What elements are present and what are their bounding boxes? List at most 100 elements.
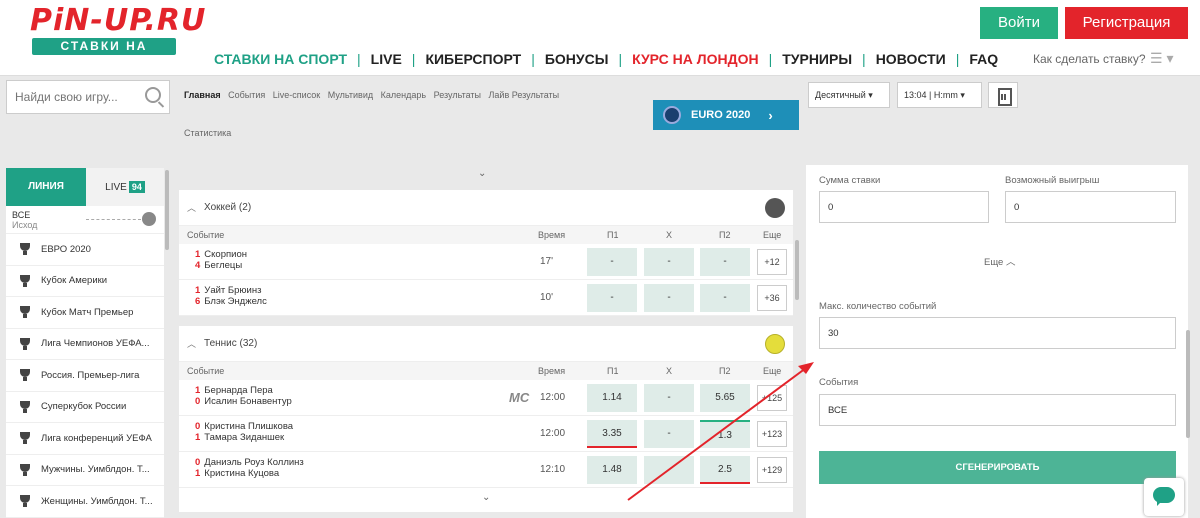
nav-news[interactable]: НОВОСТИ bbox=[876, 51, 946, 67]
tab-live-label: LIVE bbox=[105, 182, 127, 193]
game-search bbox=[6, 80, 170, 114]
event-row[interactable]: 1 Бернарда Пера 0 Исалин Бонавентур MC 12:0… bbox=[179, 380, 793, 416]
team2-score: 1 bbox=[195, 468, 201, 479]
nav-esports[interactable]: КИБЕРСПОРТ bbox=[425, 51, 521, 67]
more-markets-button[interactable]: +12 bbox=[757, 249, 787, 275]
events-select[interactable]: ВСЕ bbox=[819, 394, 1176, 426]
odd-p1[interactable]: - bbox=[587, 248, 637, 276]
time-format-select[interactable]: 13:04 | H:mm ▾ bbox=[897, 82, 982, 108]
team2-score: 4 bbox=[195, 260, 201, 271]
column-headers: Событие Время П1 X П2 Еще bbox=[179, 226, 793, 244]
odd-p1[interactable]: 1.14 bbox=[587, 384, 637, 412]
odd-p2[interactable]: 2.5 bbox=[700, 456, 750, 484]
nav-tournaments[interactable]: ТУРНИРЫ bbox=[782, 51, 852, 67]
sidebar-item[interactable]: Россия. Премьер-лига bbox=[6, 360, 164, 392]
euro-2020-banner[interactable]: EURO 2020 › bbox=[653, 100, 799, 130]
generate-button[interactable]: СГЕНЕРИРОВАТЬ bbox=[819, 451, 1176, 484]
sidebar-item[interactable]: Кубок Америки bbox=[6, 266, 164, 297]
cup-icon bbox=[18, 495, 32, 508]
sidebar-scrollbar[interactable] bbox=[165, 170, 169, 250]
more-markets-button[interactable]: +125 bbox=[757, 385, 787, 411]
subnav-live-list[interactable]: Live-список bbox=[273, 90, 320, 100]
odd-x[interactable]: - bbox=[644, 420, 694, 448]
more-markets-button[interactable]: +129 bbox=[757, 457, 787, 483]
tennis-header[interactable]: ︿ Теннис (32) bbox=[179, 326, 793, 362]
nav-separator: | bbox=[618, 51, 623, 67]
event-row[interactable]: 1 Уайт Брюинз 6 Блэк Энджелс 10' - - - +36 bbox=[179, 280, 793, 316]
nav-sport-bets[interactable]: СТАВКИ НА СПОРТ bbox=[214, 51, 347, 67]
odd-p1[interactable]: - bbox=[587, 284, 637, 312]
odd-x[interactable]: - bbox=[644, 384, 694, 412]
max-events-input[interactable]: 30 bbox=[819, 317, 1176, 349]
more-markets-button[interactable]: +123 bbox=[757, 421, 787, 447]
event-row[interactable]: 0 Даниэль Роуз Коллинз 1 Кристина Куцова 1 2… bbox=[179, 452, 793, 488]
event-row[interactable]: 1 Скорпион 4 Беглецы 17' - - - +12 bbox=[179, 244, 793, 280]
subnav-events[interactable]: События bbox=[228, 90, 265, 100]
subnav-results[interactable]: Результаты bbox=[434, 90, 481, 100]
odd-p2[interactable]: 5.65 bbox=[700, 384, 750, 412]
tennis-title: Теннис (32) bbox=[204, 338, 258, 349]
sidebar-item[interactable]: Кубок Матч Премьер bbox=[6, 297, 164, 329]
login-button[interactable]: Войти bbox=[980, 7, 1058, 39]
filter-slider-track[interactable] bbox=[86, 219, 141, 220]
event-row[interactable]: 0 Кристина Плишкова 1 Тамара Зиданшек 12:00… bbox=[179, 416, 793, 452]
calculator-icon[interactable] bbox=[988, 82, 1018, 108]
match-center-icon[interactable]: MC bbox=[509, 390, 529, 405]
sidebar-item-label: Кубок Матч Премьер bbox=[41, 306, 134, 318]
chevron-up-icon: ︿ bbox=[187, 203, 197, 213]
subnav-live-results[interactable]: Лайв Результаты bbox=[489, 90, 560, 100]
search-icon[interactable] bbox=[145, 87, 161, 103]
event-teams: 0 Даниэль Роуз Коллинз 1 Кристина Куцова bbox=[195, 457, 304, 479]
subnav-multiview[interactable]: Мультивид bbox=[328, 90, 373, 100]
nav-london[interactable]: КУРС НА ЛОНДОН bbox=[632, 51, 759, 67]
subnav-home[interactable]: Главная bbox=[184, 90, 221, 100]
subnav-statistics[interactable]: Статистика bbox=[184, 128, 231, 138]
odd-p2[interactable]: 1.3 bbox=[700, 420, 750, 448]
team1-name: Кристина Плишкова bbox=[204, 421, 294, 432]
team1-score: 0 bbox=[195, 457, 201, 468]
tab-line[interactable]: ЛИНИЯ bbox=[6, 168, 86, 206]
chevron-down-icon[interactable]: ⌄ bbox=[478, 168, 490, 180]
chevron-down-icon[interactable]: ⌄ bbox=[482, 492, 490, 503]
nav-bonuses[interactable]: БОНУСЫ bbox=[545, 51, 609, 67]
hockey-header[interactable]: ︿ Хоккей (2) bbox=[179, 190, 793, 226]
sidebar-item[interactable]: Мужчины. Уимблдон. Т... bbox=[6, 455, 164, 486]
sidebar-item[interactable]: Женщины. Уимблдон. Т... bbox=[6, 486, 164, 518]
team1-score: 1 bbox=[195, 385, 201, 396]
hockey-title: Хоккей (2) bbox=[204, 202, 252, 213]
how-to-bet-link[interactable]: Как сделать ставку? bbox=[1033, 52, 1146, 66]
col-more: Еще bbox=[763, 230, 782, 240]
sidebar-item[interactable]: Суперкубок России bbox=[6, 392, 164, 423]
odd-p1[interactable]: 1.48 bbox=[587, 456, 637, 484]
site-logo[interactable]: PiN-UP.RU СТАВКИ НА СПОРТ bbox=[30, 6, 206, 71]
team2-name: Беглецы bbox=[204, 260, 243, 271]
odd-x[interactable]: - bbox=[644, 248, 694, 276]
more-markets-button[interactable]: +36 bbox=[757, 285, 787, 311]
stake-input[interactable]: 0 bbox=[819, 191, 989, 223]
filter-slider-handle[interactable] bbox=[142, 212, 156, 226]
odd-p2[interactable]: - bbox=[700, 248, 750, 276]
odds-format-select[interactable]: Десятичный ▾ bbox=[808, 82, 890, 108]
chevron-up-icon: ︿ bbox=[1005, 257, 1016, 268]
more-toggle[interactable]: Еще ︿ bbox=[984, 254, 1016, 268]
sidebar-item-label: Суперкубок России bbox=[41, 401, 127, 413]
odd-p1[interactable]: 3.35 bbox=[587, 420, 637, 448]
odd-x[interactable] bbox=[644, 456, 694, 484]
register-button[interactable]: Регистрация bbox=[1065, 7, 1188, 39]
search-input[interactable] bbox=[7, 81, 137, 113]
help-list-icon[interactable]: ☰ ▾ bbox=[1150, 50, 1173, 67]
sidebar-item[interactable]: Лига конференций УЕФА bbox=[6, 423, 164, 455]
nav-faq[interactable]: FAQ bbox=[969, 51, 998, 67]
sidebar-item[interactable]: Лига Чемпионов УЕФА... bbox=[6, 329, 164, 360]
event-teams: 0 Кристина Плишкова 1 Тамара Зиданшек bbox=[195, 421, 293, 443]
subnav-calendar[interactable]: Календарь bbox=[381, 90, 426, 100]
team1-score: 0 bbox=[195, 421, 201, 432]
odd-p2[interactable]: - bbox=[700, 284, 750, 312]
nav-live[interactable]: LIVE bbox=[371, 51, 402, 67]
sidebar-item[interactable]: ЕВРО 2020 bbox=[6, 234, 164, 266]
odd-x[interactable]: - bbox=[644, 284, 694, 312]
page-scrollbar[interactable] bbox=[1186, 330, 1190, 438]
tab-live[interactable]: LIVE 94 bbox=[86, 168, 164, 206]
events-scrollbar[interactable] bbox=[795, 240, 799, 300]
chat-icon[interactable] bbox=[1144, 478, 1184, 516]
